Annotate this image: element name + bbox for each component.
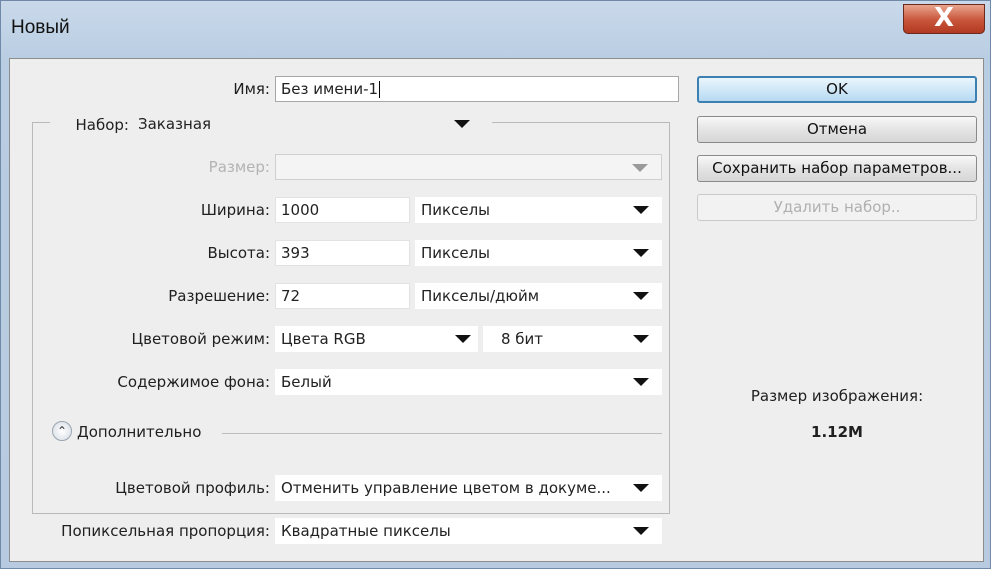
chevron-down-icon xyxy=(633,335,649,343)
image-size-label: Размер изображения: xyxy=(750,387,924,405)
color-profile-label: Цветовой профиль: xyxy=(115,479,270,497)
text-caret xyxy=(379,81,381,98)
bit-depth-value: 8 бит xyxy=(501,330,544,348)
pixel-aspect-select[interactable]: Квадратные пикселы xyxy=(275,518,662,544)
chevron-down-icon xyxy=(633,206,649,214)
preset-group xyxy=(32,122,670,514)
height-unit-select[interactable]: Пикселы xyxy=(415,240,662,266)
image-size-value: 1.12M xyxy=(811,423,863,441)
title-bar[interactable]: Новый X xyxy=(1,3,990,58)
width-value: 1000 xyxy=(281,201,320,219)
close-icon: X xyxy=(933,3,955,33)
background-label: Содержимое фона: xyxy=(117,373,270,391)
close-button[interactable]: X xyxy=(903,3,985,34)
advanced-divider xyxy=(222,433,662,434)
resolution-unit-select[interactable]: Пикселы/дюйм xyxy=(415,283,662,309)
delete-preset-button[interactable]: Удалить набор.. xyxy=(697,194,977,221)
name-label: Имя: xyxy=(233,80,270,98)
preset-select[interactable]: Заказная xyxy=(132,111,492,137)
chevron-up-icon: ⌃ xyxy=(56,424,68,438)
pixel-aspect-label: Попиксельная пропорция: xyxy=(61,522,270,540)
new-document-dialog: Новый X Имя: Без имени-1 Набор: Заказная… xyxy=(0,0,991,569)
width-label: Ширина: xyxy=(200,201,270,219)
background-value: Белый xyxy=(281,373,332,391)
cancel-button[interactable]: Отмена xyxy=(697,116,977,143)
window-title: Новый xyxy=(11,17,70,38)
chevron-down-icon xyxy=(632,164,648,172)
advanced-toggle[interactable]: ⌃ xyxy=(52,421,72,441)
pixel-aspect-value: Квадратные пикселы xyxy=(281,522,451,540)
chevron-down-icon xyxy=(633,484,649,492)
height-value: 393 xyxy=(281,244,310,262)
bit-depth-select[interactable]: 8 бит xyxy=(483,326,662,352)
chevron-down-icon xyxy=(633,292,649,300)
ok-button[interactable]: OK xyxy=(697,76,977,103)
width-unit: Пикселы xyxy=(421,201,490,219)
chevron-down-icon xyxy=(455,335,471,343)
height-unit: Пикселы xyxy=(421,244,490,262)
save-preset-button[interactable]: Сохранить набор параметров... xyxy=(697,155,977,182)
chevron-down-icon xyxy=(454,120,470,128)
resolution-label: Разрешение: xyxy=(168,287,270,305)
name-value: Без имени-1 xyxy=(281,80,379,98)
color-mode-value: Цвета RGB xyxy=(281,330,366,348)
width-input[interactable]: 1000 xyxy=(275,197,410,223)
height-label: Высота: xyxy=(207,244,270,262)
resolution-value: 72 xyxy=(281,287,301,305)
resolution-input[interactable]: 72 xyxy=(275,283,410,309)
color-profile-value: Отменить управление цветом в докуме... xyxy=(281,479,611,497)
size-label: Размер: xyxy=(208,158,270,176)
height-input[interactable]: 393 xyxy=(275,240,410,266)
background-select[interactable]: Белый xyxy=(275,369,662,395)
name-input[interactable]: Без имени-1 xyxy=(275,76,679,102)
color-mode-select[interactable]: Цвета RGB xyxy=(275,326,478,352)
dialog-body: Имя: Без имени-1 Набор: Заказная Размер:… xyxy=(9,58,984,562)
width-unit-select[interactable]: Пикселы xyxy=(415,197,662,223)
color-profile-select[interactable]: Отменить управление цветом в докуме... xyxy=(275,475,662,501)
advanced-label: Дополнительно xyxy=(77,423,202,441)
chevron-down-icon xyxy=(633,378,649,386)
color-mode-label: Цветовой режим: xyxy=(131,330,270,348)
resolution-unit: Пикселы/дюйм xyxy=(421,287,540,305)
size-select[interactable] xyxy=(275,154,662,180)
preset-value: Заказная xyxy=(138,115,212,133)
chevron-down-icon xyxy=(633,249,649,257)
preset-label: Набор: xyxy=(50,116,133,134)
chevron-down-icon xyxy=(633,527,649,535)
